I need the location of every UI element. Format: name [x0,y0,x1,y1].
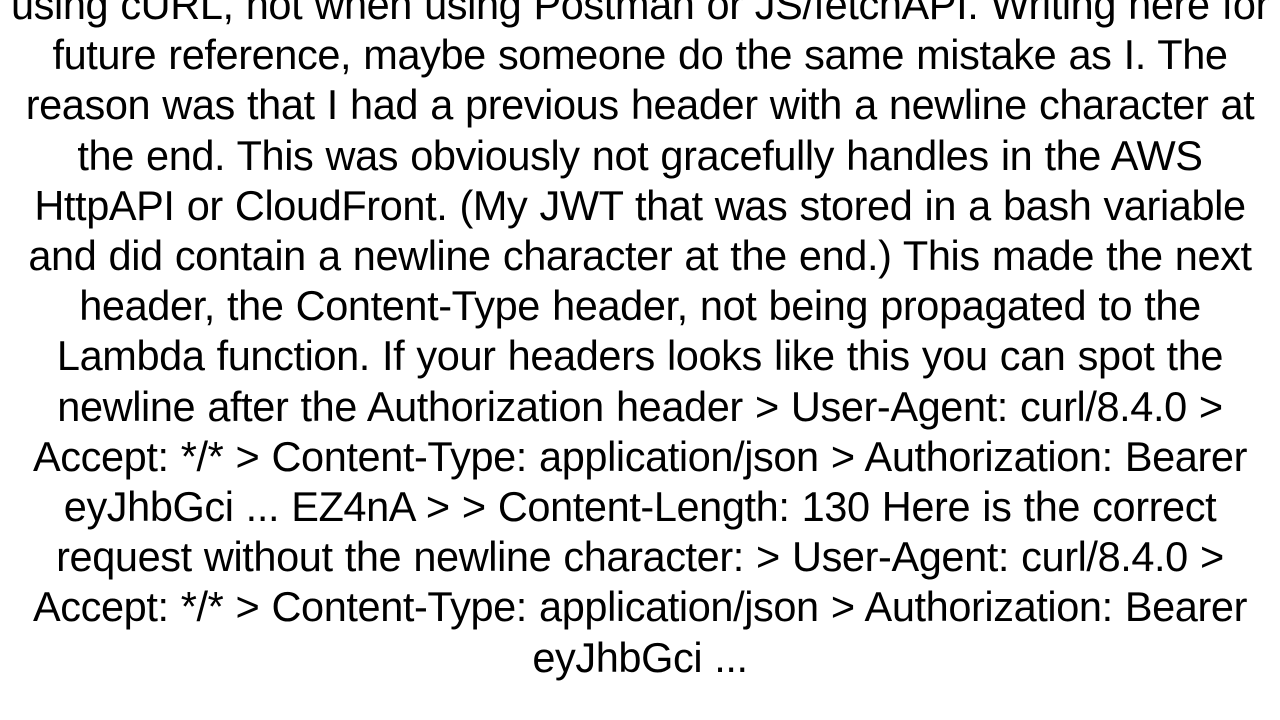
body-paragraph: using cURL, not when using Postman or JS… [10,0,1270,683]
document-content: using cURL, not when using Postman or JS… [0,0,1280,720]
